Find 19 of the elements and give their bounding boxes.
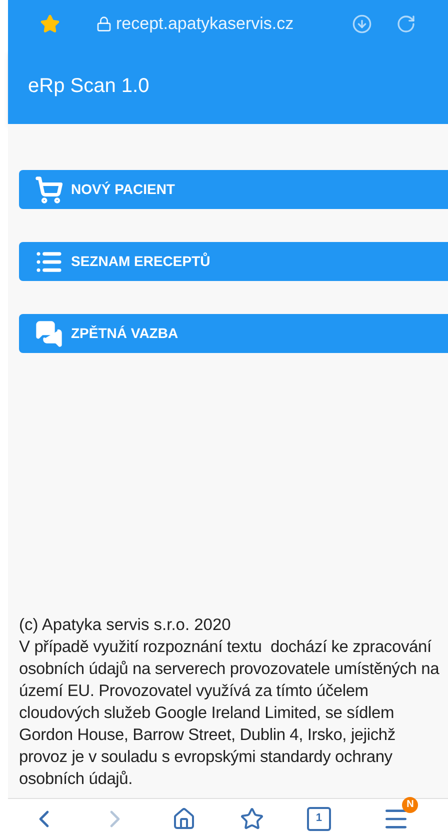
url-text[interactable]: recept.apatykaservis.cz: [116, 11, 294, 37]
download-icon[interactable]: [352, 14, 372, 34]
lock-icon: [96, 16, 112, 32]
cart-icon: [35, 176, 63, 204]
chat-icon: [35, 320, 63, 348]
bookmarks-button[interactable]: [240, 806, 264, 830]
star-icon: [240, 806, 264, 830]
reload-icon[interactable]: [396, 14, 416, 34]
menu-button[interactable]: SEZNAM ERECEPTŮ: [19, 242, 448, 281]
menu-button[interactable]: ZPĚTNÁ VAZBA: [19, 314, 448, 353]
copyright-text: (c) Apatyka servis s.r.o. 2020: [19, 615, 232, 636]
menu-button[interactable]: N: [374, 796, 418, 838]
menu-button[interactable]: NOVÝ PACIENT: [19, 170, 448, 209]
app-title: eRp Scan 1.0: [28, 74, 150, 99]
home-button[interactable]: [172, 806, 196, 830]
home-icon: [172, 806, 196, 830]
tabs-button[interactable]: 1: [306, 806, 331, 830]
bookmark-star-icon[interactable]: [40, 14, 60, 34]
privacy-notice: V případě využití rozpoznání textu dochází ke zpracování osobních údajů na serverech provozovatele umístěných na území EU. Provozovatel využívá za tímto účelem cloudových služeb Google Ireland Limited, se sídlem Gordon House, Barrow Street, Dublin 4, Irsko, jejichž provoz je v souladu s evropskými standardy ochrany osobních údajů.: [19, 637, 440, 790]
